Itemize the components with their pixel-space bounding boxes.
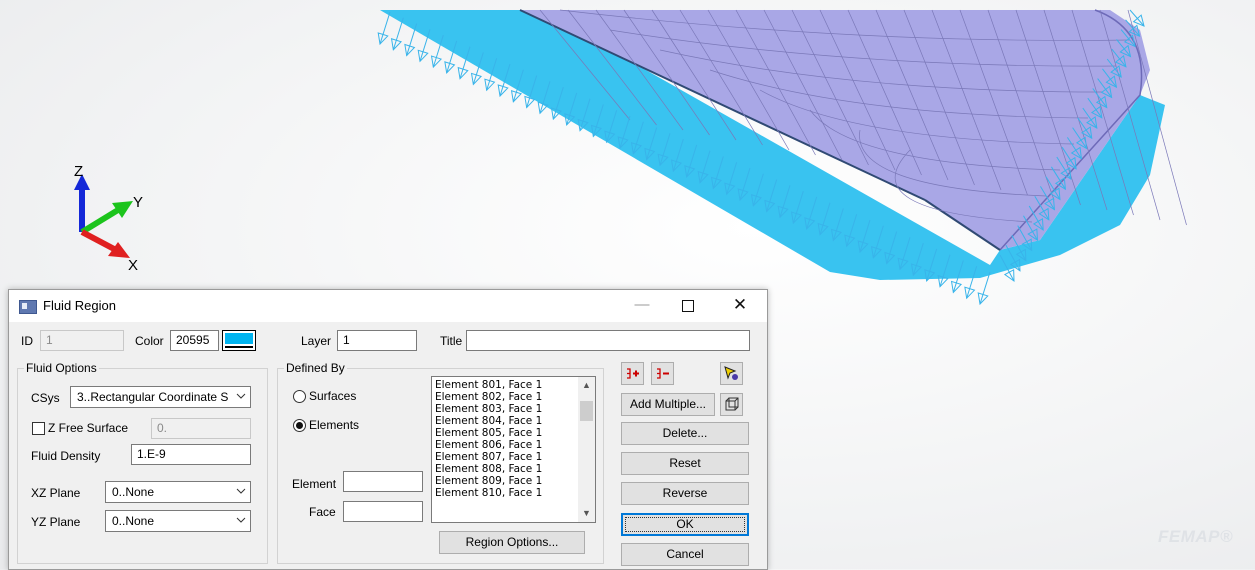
dialog-app-icon [19, 300, 37, 314]
xz-plane-select[interactable]: 0..None [105, 481, 251, 503]
face-field[interactable] [343, 501, 423, 522]
dialog-titlebar[interactable]: Fluid Region — ✕ [9, 290, 767, 322]
csys-select[interactable]: 3..Rectangular Coordinate S [70, 386, 251, 408]
maximize-icon [682, 300, 694, 312]
fluid-region-dialog: Fluid Region — ✕ ID 1 Color 20595 Layer … [8, 289, 768, 570]
id-field: 1 [40, 330, 124, 351]
select-entity-icon [725, 397, 739, 411]
color-label: Color [135, 334, 164, 348]
xz-plane-label: XZ Plane [31, 486, 81, 500]
scroll-down-icon[interactable]: ▼ [578, 505, 595, 522]
color-palette-button[interactable] [222, 330, 256, 351]
id-label: ID [21, 334, 33, 348]
delete-button[interactable]: Delete... [621, 422, 749, 445]
highlight-icon [724, 366, 738, 380]
title-field[interactable] [466, 330, 750, 351]
layer-field[interactable]: 1 [337, 330, 417, 351]
element-face-list[interactable]: Element 801, Face 1 Element 802, Face 1 El… [431, 376, 596, 523]
ok-button[interactable]: OK [621, 513, 749, 536]
reset-button[interactable]: Reset [621, 452, 749, 475]
load-arrow-icon [377, 11, 391, 46]
highlight-button[interactable] [720, 362, 743, 385]
close-button[interactable]: ✕ [717, 290, 763, 322]
title-label: Title [440, 334, 463, 348]
entity-select-button[interactable] [720, 393, 743, 416]
chevron-down-icon [236, 488, 246, 494]
csys-label: CSys [31, 391, 60, 405]
chevron-down-icon [236, 393, 246, 399]
list-item[interactable]: Element 806, Face 1 [435, 439, 542, 451]
z-free-surface-checkbox[interactable] [32, 422, 45, 435]
elements-radio[interactable] [293, 419, 306, 432]
csys-value: 3..Rectangular Coordinate S [77, 390, 229, 404]
axis-z-label: Z [74, 163, 83, 180]
fluid-density-field[interactable]: 1.E-9 [131, 444, 251, 465]
remove-list-icon [657, 368, 669, 379]
list-item[interactable]: Element 801, Face 1 [435, 379, 542, 391]
list-item[interactable]: Element 805, Face 1 [435, 427, 542, 439]
element-label: Element [292, 477, 337, 491]
axis-y-label: Y [133, 194, 143, 211]
list-scrollbar[interactable]: ▲ ▼ [578, 377, 595, 522]
list-item[interactable]: Element 808, Face 1 [435, 463, 542, 475]
color-field[interactable]: 20595 [170, 330, 219, 351]
load-arrow-icon [1129, 9, 1145, 27]
scroll-up-icon[interactable]: ▲ [578, 377, 595, 394]
element-field[interactable] [343, 471, 423, 492]
add-list-icon [627, 368, 639, 379]
load-arrow-icon [404, 23, 418, 57]
add-to-list-button[interactable] [621, 362, 644, 385]
xz-plane-value: 0..None [112, 485, 155, 499]
yz-plane-select[interactable]: 0..None [105, 510, 251, 532]
femap-watermark: FEMAP® [1157, 527, 1233, 546]
remove-from-list-button[interactable] [651, 362, 674, 385]
fluid-density-label: Fluid Density [31, 449, 101, 463]
face-label: Face [309, 505, 336, 519]
fluid-options-caption: Fluid Options [24, 361, 99, 375]
chevron-down-icon [236, 517, 246, 523]
axis-triad-icon: Z Y X [74, 163, 143, 274]
list-item[interactable]: Element 802, Face 1 [435, 391, 542, 403]
defined-by-caption: Defined By [284, 361, 347, 375]
list-item[interactable]: Element 809, Face 1 [435, 475, 542, 487]
cancel-button[interactable]: Cancel [621, 543, 749, 566]
yz-plane-value: 0..None [112, 514, 155, 528]
list-item[interactable]: Element 803, Face 1 [435, 403, 542, 415]
list-item[interactable]: Element 810, Face 1 [435, 487, 542, 499]
maximize-button[interactable] [665, 290, 711, 322]
dialog-title: Fluid Region [43, 298, 116, 313]
color-swatch [225, 333, 253, 344]
minimize-button[interactable]: — [619, 290, 665, 322]
list-items: Element 801, Face 1 Element 802, Face 1 El… [435, 379, 542, 499]
elements-label: Elements [309, 418, 360, 432]
scroll-thumb[interactable] [580, 401, 593, 421]
add-multiple-button[interactable]: Add Multiple... [621, 393, 715, 416]
axis-x-label: X [128, 257, 138, 274]
yz-plane-label: YZ Plane [31, 515, 81, 529]
load-arrow-icon [390, 17, 404, 51]
z-free-surface-label: Z Free Surface [48, 421, 129, 435]
region-options-button[interactable]: Region Options... [439, 531, 585, 554]
layer-label: Layer [301, 334, 332, 348]
surfaces-label: Surfaces [309, 389, 357, 403]
list-item[interactable]: Element 804, Face 1 [435, 415, 542, 427]
surfaces-radio[interactable] [293, 390, 306, 403]
z-free-surface-field: 0. [151, 418, 251, 439]
list-item[interactable]: Element 807, Face 1 [435, 451, 542, 463]
reverse-button[interactable]: Reverse [621, 482, 749, 505]
